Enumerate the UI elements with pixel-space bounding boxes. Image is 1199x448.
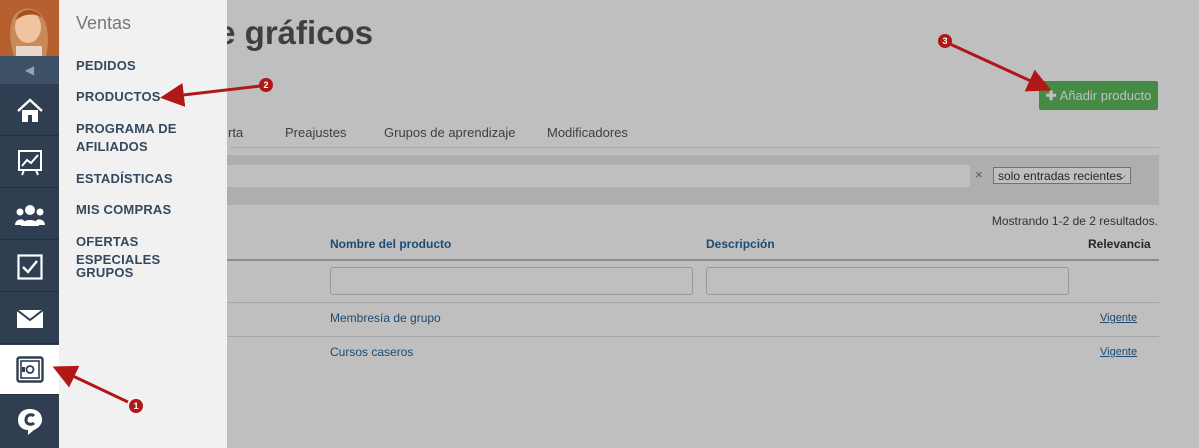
mail-icon [16,309,43,328]
name-filter-input[interactable] [330,267,693,295]
menu-item-pedidos[interactable]: PEDIDOS [76,57,226,75]
tab-grupos-aprendizaje[interactable]: Grupos de aprendizaje [384,125,516,140]
rail-item-tasks[interactable] [0,242,59,292]
row-divider [227,302,1159,303]
tab-modificadores[interactable]: Modificadores [547,125,628,140]
menu-item-programa-afiliados[interactable]: PROGRAMA DE AFILIADOS [76,120,216,156]
home-icon [16,97,43,122]
sales-menu-panel: Ventas PEDIDOS PRODUCTOS PROGRAMA DE AFI… [59,0,227,448]
row-divider [227,336,1159,337]
column-header-name[interactable]: Nombre del producto [330,237,451,251]
search-input[interactable] [227,165,970,187]
annotation-badge-1: 1 [129,399,143,413]
rail-item-mail[interactable] [0,294,59,344]
column-header-relevance: Relevancia [1088,237,1151,251]
tab-preajustes[interactable]: Preajustes [285,125,346,140]
menu-item-mis-compras[interactable]: MIS COMPRAS [76,201,226,219]
menu-item-estadisticas[interactable]: ESTADÍSTICAS [76,170,226,188]
avatar[interactable] [0,0,59,56]
rail-item-users[interactable] [0,190,59,240]
product-name-link[interactable]: Cursos caseros [330,345,413,359]
results-count: Mostrando 1-2 de 2 resultados. [991,214,1158,228]
stats-chart-icon [17,149,42,175]
annotation-badge-3: 3 [938,34,952,48]
relevance-link[interactable]: Vigente [1100,312,1137,324]
table-header-divider [227,259,1159,261]
rail-item-sales[interactable] [0,345,59,395]
add-product-label: Añadir producto [1059,88,1152,103]
product-name-link[interactable]: Membresía de grupo [330,311,441,325]
panel-title: Ventas [76,13,132,33]
annotation-badge-2: 2 [259,78,273,92]
description-filter-input[interactable] [706,267,1069,295]
recent-entries-select[interactable]: solo entradas recientes ⌵ [993,167,1131,184]
clear-icon[interactable]: × [975,167,983,182]
tab-oferta[interactable]: rta [228,125,243,140]
add-product-button[interactable]: ✚ Añadir producto [1039,81,1158,110]
plus-icon: ✚ [1045,88,1057,103]
collapse-sidebar-icon[interactable]: ◀ [0,56,59,84]
select-value: solo entradas recientes [998,169,1123,183]
rail-item-chat[interactable] [0,396,59,448]
chat-logo-icon [17,409,42,435]
relevance-link[interactable]: Vigente [1100,346,1137,358]
checkbox-icon [16,253,43,280]
safe-icon [15,355,44,383]
chevron-down-icon: ⌵ [1118,171,1126,182]
column-header-description[interactable]: Descripción [706,237,775,251]
rail-item-home[interactable] [0,86,59,136]
icon-rail: ◀ [0,0,59,448]
menu-item-productos[interactable]: PRODUCTOS [76,88,226,106]
rail-item-stats[interactable] [0,138,59,188]
tabs-divider [230,147,1159,148]
users-icon [14,204,45,226]
menu-item-grupos[interactable]: GRUPOS [76,264,226,282]
